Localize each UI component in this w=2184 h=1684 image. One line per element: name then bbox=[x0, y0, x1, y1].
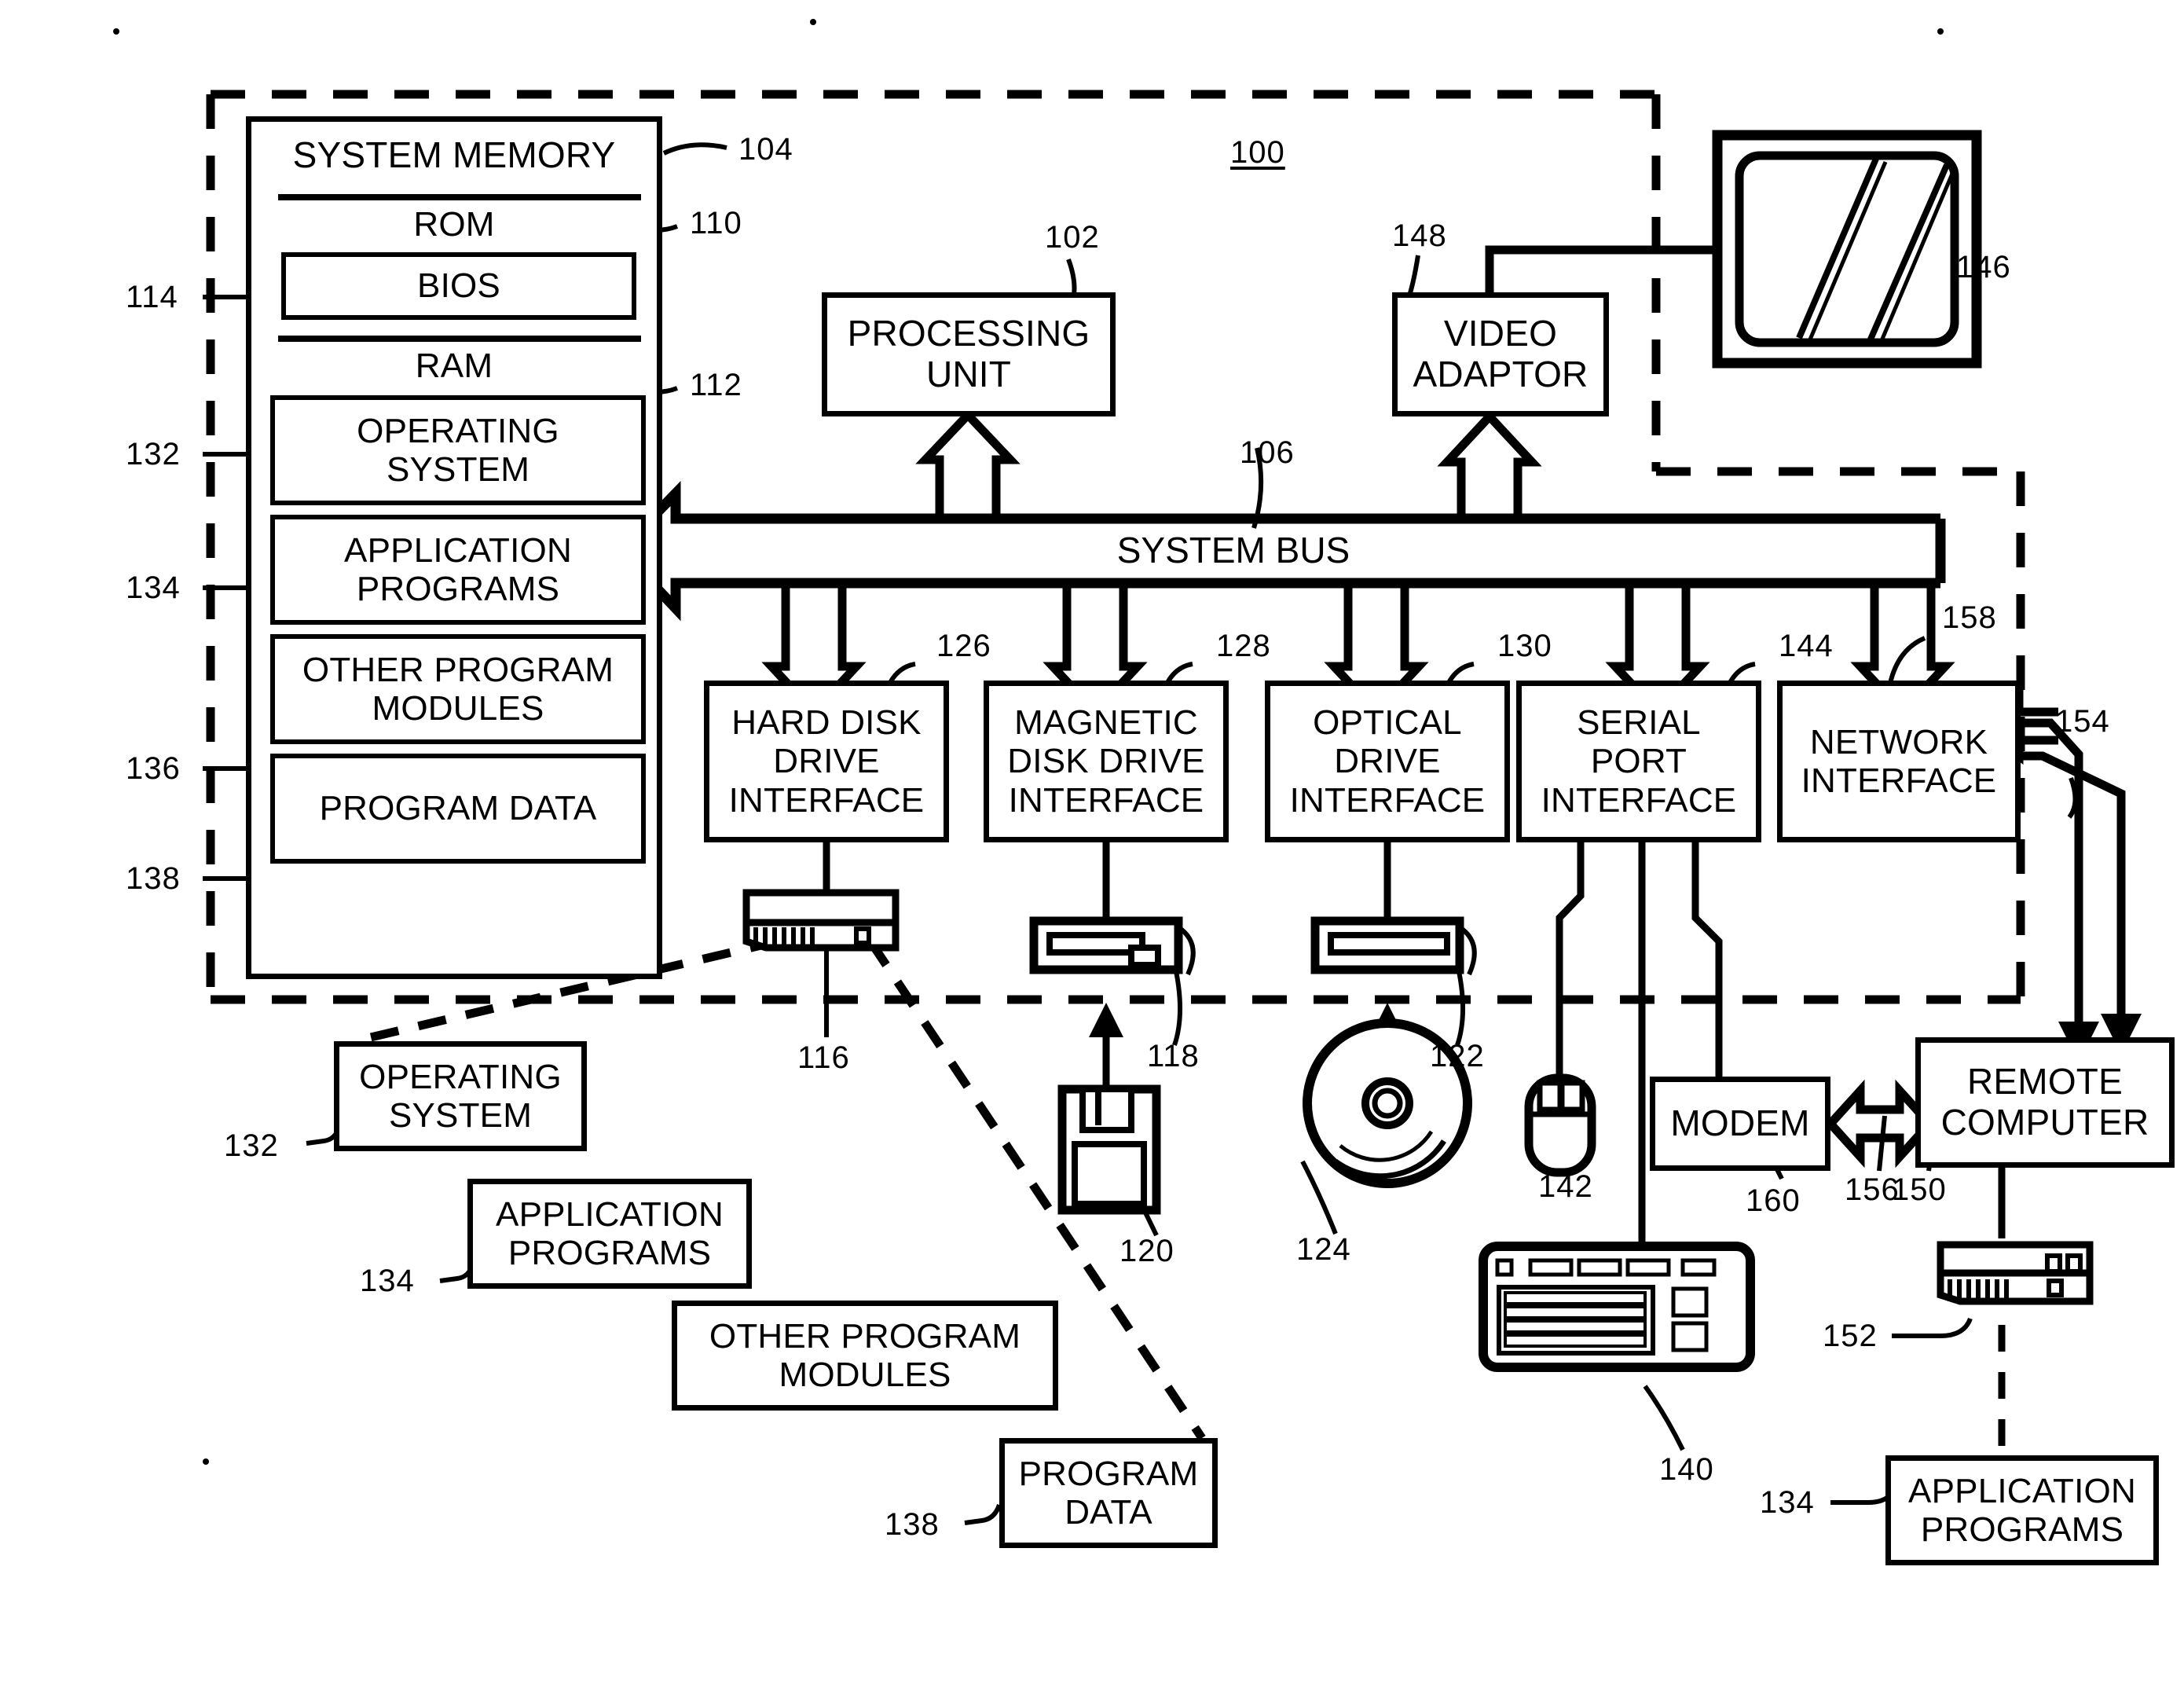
system-memory-box: SYSTEM MEMORY ROM BIOS RAM OPERATING SYS… bbox=[246, 116, 662, 979]
rom-label: ROM bbox=[413, 205, 495, 244]
reference-138-disk: 138 bbox=[885, 1507, 940, 1542]
reference-134-remote: 134 bbox=[1760, 1485, 1815, 1520]
patent-figure-computing-environment: SYSTEM MEMORY ROM BIOS RAM OPERATING SYS… bbox=[0, 0, 2184, 1684]
hard-disk-drive-interface-box: HARD DISK DRIVE INTERFACE bbox=[704, 681, 949, 842]
reference-122: 122 bbox=[1430, 1039, 1485, 1073]
reference-142: 142 bbox=[1538, 1169, 1593, 1204]
reference-160: 160 bbox=[1746, 1183, 1801, 1218]
memory-divider-rom bbox=[278, 194, 641, 200]
reference-116: 116 bbox=[797, 1040, 850, 1075]
stored-program-data-box: PROGRAM DATA bbox=[999, 1438, 1218, 1548]
stored-operating-system-box: OPERATING SYSTEM bbox=[334, 1041, 587, 1151]
video-adaptor-box: VIDEO ADAPTOR bbox=[1392, 292, 1609, 416]
reference-102: 102 bbox=[1045, 220, 1100, 255]
serial-port-interface-box: SERIAL PORT INTERFACE bbox=[1516, 681, 1761, 842]
memory-block-other-program-modules: OTHER PROGRAM MODULES bbox=[270, 634, 646, 744]
memory-block-application-programs: APPLICATION PROGRAMS bbox=[270, 515, 646, 625]
memory-block-operating-system: OPERATING SYSTEM bbox=[270, 395, 646, 505]
reference-126: 126 bbox=[936, 629, 991, 663]
reference-130: 130 bbox=[1497, 629, 1552, 663]
memory-block-program-data: PROGRAM DATA bbox=[270, 754, 646, 864]
reference-118: 118 bbox=[1147, 1039, 1200, 1073]
reference-138-memory: 138 bbox=[126, 861, 181, 896]
ram-label: RAM bbox=[415, 347, 493, 386]
reference-140: 140 bbox=[1659, 1452, 1714, 1487]
reference-158: 158 bbox=[1942, 600, 1997, 635]
reference-106: 106 bbox=[1240, 435, 1295, 470]
remote-computer-box: REMOTE COMPUTER bbox=[1915, 1037, 2175, 1168]
reference-148: 148 bbox=[1392, 218, 1447, 253]
reference-146: 146 bbox=[1956, 250, 2011, 284]
reference-150: 150 bbox=[1892, 1172, 1947, 1207]
system-memory-title: SYSTEM MEMORY bbox=[292, 134, 616, 176]
reference-114: 114 bbox=[126, 280, 178, 314]
reference-104: 104 bbox=[738, 132, 793, 167]
reference-144: 144 bbox=[1779, 629, 1834, 663]
reference-134-disk: 134 bbox=[360, 1264, 415, 1298]
bios-box: BIOS bbox=[281, 252, 636, 320]
reference-152: 152 bbox=[1823, 1319, 1878, 1353]
stored-application-programs-box: APPLICATION PROGRAMS bbox=[467, 1179, 752, 1289]
magnetic-disk-drive-interface-box: MAGNETIC DISK DRIVE INTERFACE bbox=[984, 681, 1229, 842]
remote-application-programs-box: APPLICATION PROGRAMS bbox=[1885, 1455, 2159, 1565]
reference-132-memory: 132 bbox=[126, 437, 181, 471]
reference-100: 100 bbox=[1230, 135, 1285, 170]
processing-unit-box: PROCESSING UNIT bbox=[822, 292, 1116, 416]
system-bus-label: SYSTEM BUS bbox=[1116, 530, 1350, 571]
reference-132-disk: 132 bbox=[224, 1128, 279, 1163]
reference-136-memory: 136 bbox=[126, 751, 181, 786]
reference-112: 112 bbox=[690, 368, 742, 402]
network-interface-box: NETWORK INTERFACE bbox=[1777, 681, 2021, 842]
reference-128: 128 bbox=[1216, 629, 1271, 663]
reference-134-memory: 134 bbox=[126, 571, 181, 605]
modem-box: MODEM bbox=[1650, 1077, 1830, 1171]
reference-154: 154 bbox=[2055, 704, 2110, 739]
stored-other-program-modules-box: OTHER PROGRAM MODULES bbox=[672, 1301, 1058, 1411]
memory-divider-ram bbox=[278, 336, 641, 342]
optical-drive-interface-box: OPTICAL DRIVE INTERFACE bbox=[1265, 681, 1510, 842]
reference-124: 124 bbox=[1296, 1232, 1351, 1267]
reference-110: 110 bbox=[690, 206, 742, 240]
reference-120: 120 bbox=[1119, 1234, 1174, 1268]
